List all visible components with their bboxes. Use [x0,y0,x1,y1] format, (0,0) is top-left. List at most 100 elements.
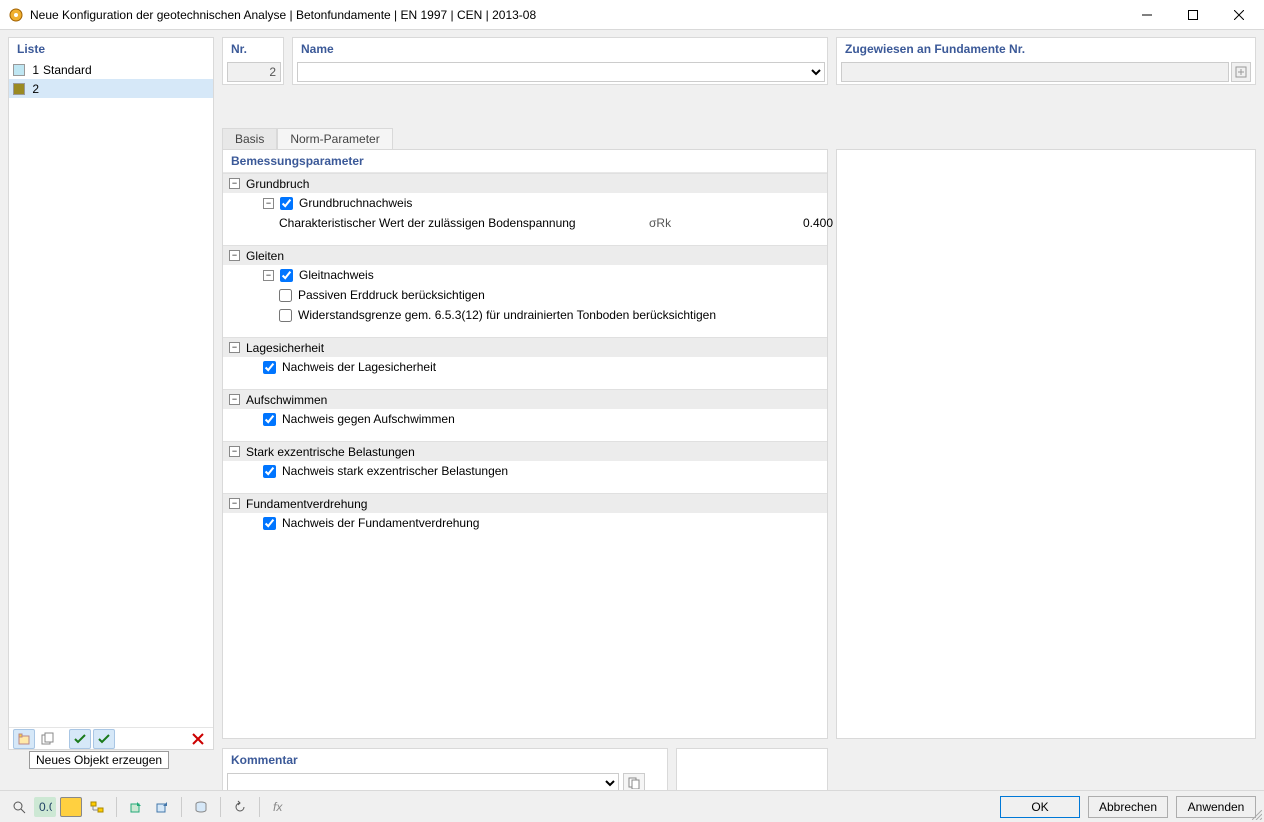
minimize-button[interactable] [1124,0,1170,30]
svg-text:fx: fx [273,800,283,814]
collapse-icon[interactable]: − [229,342,240,353]
assigned-pick-button[interactable] [1231,62,1251,82]
svg-text:0.0: 0.0 [39,800,52,814]
param-label: Nachweis stark exzentrischer Belastungen [282,464,508,478]
list-panel: Liste 1 Standard 2 Neues Objekt erzeugen [8,37,214,750]
app-icon [8,7,24,23]
list-item[interactable]: 2 [9,79,213,98]
collapse-icon[interactable]: − [263,270,274,281]
status-color-icon[interactable] [60,797,82,817]
assigned-input [841,62,1229,82]
apply-button[interactable]: Anwenden [1176,796,1256,818]
param-value-row: Charakteristischer Wert der zulässigen B… [223,213,827,233]
collapse-icon[interactable]: − [229,446,240,457]
color-swatch [13,83,25,95]
comment-panel: Kommentar [222,748,668,796]
collapse-icon[interactable]: − [229,178,240,189]
collapse-icon[interactable]: − [229,394,240,405]
status-tree-icon[interactable] [86,797,108,817]
close-button[interactable] [1216,0,1262,30]
tab-norm[interactable]: Norm-Parameter [277,128,392,150]
group-header-fundamentverdrehung[interactable]: − Fundamentverdrehung [223,493,827,513]
list-body[interactable]: 1 Standard 2 [9,60,213,727]
status-undo-icon[interactable] [229,797,251,817]
param-row: − Grundbruchnachweis [223,193,827,213]
name-panel: Name [292,37,828,85]
status-units-icon[interactable]: 0.0 [34,797,56,817]
param-row: Passiven Erddruck berücksichtigen [223,285,827,305]
tab-bar: Basis Norm-Parameter [222,128,393,150]
group-header-aufschwimmen[interactable]: − Aufschwimmen [223,389,827,409]
param-label: Nachweis gegen Aufschwimmen [282,412,455,426]
param-row: Nachweis gegen Aufschwimmen [223,409,827,429]
title-bar: Neue Konfiguration der geotechnischen An… [0,0,1264,30]
status-import-icon[interactable] [151,797,173,817]
group-header-grundbruch[interactable]: − Grundbruch [223,173,827,193]
assigned-panel: Zugewiesen an Fundamente Nr. [836,37,1256,85]
ok-button[interactable]: OK [1000,796,1080,818]
param-row: Widerstandsgrenze gem. 6.5.3(12) für und… [223,305,827,325]
status-search-icon[interactable] [8,797,30,817]
resize-grip-icon[interactable] [1252,810,1262,820]
collapse-icon[interactable]: − [263,198,274,209]
checkbox-aufschwimmen[interactable] [263,413,276,426]
parameters-title: Bemessungsparameter [223,150,827,173]
collapse-icon[interactable]: − [229,250,240,261]
preview-panel [836,149,1256,739]
group-header-gleiten[interactable]: − Gleiten [223,245,827,265]
check-button-1[interactable] [69,729,91,749]
comment-panel-2 [676,748,828,796]
list-item[interactable]: 1 Standard [9,60,213,79]
nr-input [227,62,281,82]
window-title: Neue Konfiguration der geotechnischen An… [30,8,1124,22]
param-label: Nachweis der Fundamentverdrehung [282,516,479,530]
checkbox-grundbruchnachweis[interactable] [280,197,293,210]
param-value[interactable]: 0.400 [759,216,839,230]
tooltip: Neues Objekt erzeugen [29,751,169,769]
name-select[interactable] [297,62,825,82]
param-label: Grundbruchnachweis [299,196,412,210]
group-label: Grundbruch [246,177,309,191]
param-label: Widerstandsgrenze gem. 6.5.3(12) für und… [298,308,716,322]
group-label: Lagesicherheit [246,341,324,355]
group-label: Gleiten [246,249,284,263]
maximize-button[interactable] [1170,0,1216,30]
list-toolbar [9,727,213,749]
assigned-header: Zugewiesen an Fundamente Nr. [837,38,1255,60]
nr-panel: Nr. [222,37,284,85]
tab-basis[interactable]: Basis [222,128,277,150]
checkbox-exzentrisch[interactable] [263,465,276,478]
group-label: Stark exzentrische Belastungen [246,445,415,459]
checkbox-widerstandsgrenze[interactable] [279,309,292,322]
check-button-2[interactable] [93,729,115,749]
parameters-panel: Bemessungsparameter − Grundbruch − Grund… [222,149,828,739]
checkbox-lagesicherheit[interactable] [263,361,276,374]
name-header: Name [293,38,827,60]
param-label: Nachweis der Lagesicherheit [282,360,436,374]
list-item-label: Standard [43,63,92,77]
param-row: Nachweis der Lagesicherheit [223,357,827,377]
nr-header: Nr. [223,38,283,60]
list-item-num: 1 [29,63,39,77]
collapse-icon[interactable]: − [229,498,240,509]
delete-button[interactable] [187,729,209,749]
param-label: Gleitnachweis [299,268,374,282]
param-label: Charakteristischer Wert der zulässigen B… [279,216,649,230]
copy-button[interactable] [37,729,59,749]
status-export-icon[interactable] [125,797,147,817]
new-object-button[interactable] [13,729,35,749]
param-row: − Gleitnachweis [223,265,827,285]
param-label: Passiven Erddruck berücksichtigen [298,288,485,302]
group-header-lagesicherheit[interactable]: − Lagesicherheit [223,337,827,357]
checkbox-fundamentverdrehung[interactable] [263,517,276,530]
group-header-exzentrisch[interactable]: − Stark exzentrische Belastungen [223,441,827,461]
param-symbol: σRk [649,216,759,230]
comment-header: Kommentar [223,749,667,771]
status-db-icon[interactable] [190,797,212,817]
checkbox-passiver-erddruck[interactable] [279,289,292,302]
list-item-num: 2 [29,82,39,96]
checkbox-gleitnachweis[interactable] [280,269,293,282]
color-swatch [13,64,25,76]
status-fx-icon[interactable]: fx [268,797,290,817]
cancel-button[interactable]: Abbrechen [1088,796,1168,818]
